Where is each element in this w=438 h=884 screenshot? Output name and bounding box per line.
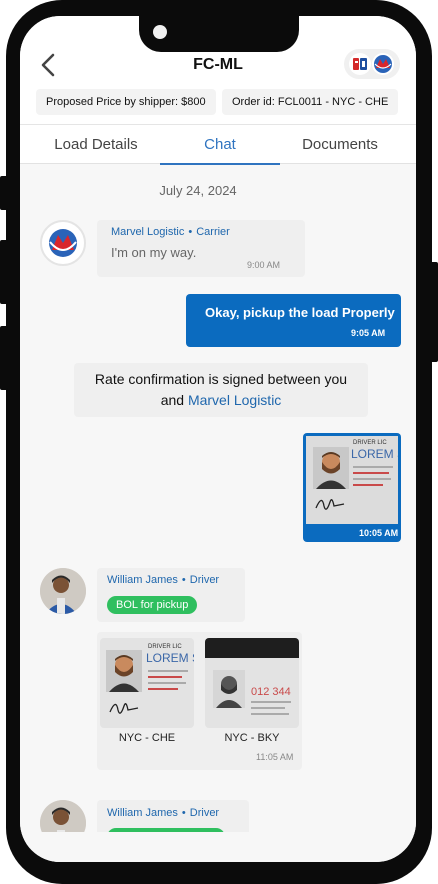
sender-name: William James • Driver [107,807,220,819]
license-line [148,670,188,672]
tab-chat[interactable]: Chat [154,125,286,165]
message-time: 10:05 AM [359,528,399,538]
sender-label: William James [107,574,178,586]
license-line [148,688,178,690]
license-name: LOREM S [146,651,194,665]
license-number: 012 344 [251,686,291,698]
license-name: LOREM S [351,447,398,461]
face-icon [316,452,346,489]
tab-documents[interactable]: Documents [274,125,406,165]
license-photo [313,447,349,489]
sender-name: William James • Driver [107,574,220,586]
message-clip: William James • Driver [26,790,416,832]
license-line [148,676,182,678]
avatar[interactable] [40,220,86,266]
system-text-line2: and Marvel Logistic [74,390,368,411]
document-thumbnail[interactable]: DRIVER LIC LOREM S [100,638,194,728]
participant-logos[interactable] [344,49,400,79]
card-stripe [205,638,299,658]
tab-bar: Load Details Chat Documents [20,124,416,165]
license-line [148,682,186,684]
tab-load-details[interactable]: Load Details [30,125,162,165]
sender-label: William James [107,807,178,819]
license-heading: DRIVER LIC [353,440,387,446]
marvel-logistic-logo [372,53,394,75]
license-heading: DRIVER LIC [148,644,182,650]
license-line [251,713,289,715]
license-line [251,701,291,703]
license-line [353,466,393,468]
outgoing-message-bubble [186,294,401,347]
signature-icon [315,499,345,510]
sender-role: Carrier [196,226,230,238]
side-button [0,326,8,390]
proposed-price-chip: Proposed Price by shipper: $800 [36,89,216,115]
outgoing-image-message[interactable]: DRIVER LIC LOREM S 10:05 AM [303,433,401,542]
license-photo [213,670,245,708]
driver-photo [40,800,86,832]
marvel-logistic-logo [43,223,83,263]
badge-partial [107,828,225,832]
sender-label: Marvel Logistic [111,226,185,238]
license-image: DRIVER LIC LOREM S [306,436,398,524]
license-line [353,472,389,474]
face-icon [216,676,242,708]
face-icon [109,655,139,692]
document-caption: NYC - BKY [224,732,280,744]
message-time: 9:05 AM [351,328,386,338]
system-text-and: and [160,392,185,408]
message-text: I'm on my way. [111,245,197,260]
driver-photo [40,568,86,614]
order-id-chip: Order id: FCL0011 - NYC - CHE [222,89,399,115]
date-separator: July 24, 2024 [159,183,237,198]
document-caption: NYC - CHE [118,732,176,744]
avatar[interactable] [40,568,86,614]
license-photo [106,650,142,692]
sender-role: Driver [189,574,220,586]
system-message: Rate confirmation is signed between you … [74,363,368,417]
message-text: Okay, pickup the load Properly [205,305,395,320]
document-thumbnail[interactable]: 012 344 [205,638,299,728]
license-line [251,707,285,709]
side-button [430,262,438,362]
license-line [353,484,383,486]
system-text: Rate confirmation is signed between you [94,371,348,387]
company-logo-fj [349,53,371,75]
carrier-link[interactable]: Marvel Logistic [188,392,281,408]
license-line [353,478,391,480]
message-time: 9:00 AM [247,260,281,270]
side-button [0,240,8,304]
bol-badge: BOL for pickup [107,596,198,614]
sender-role: Driver [189,807,220,819]
signature-icon [109,703,139,714]
camera-icon [153,25,167,39]
avatar[interactable] [40,800,86,832]
sender-name: Marvel Logistic • Carrier [111,226,230,238]
message-time: 11:05 AM [256,752,294,762]
